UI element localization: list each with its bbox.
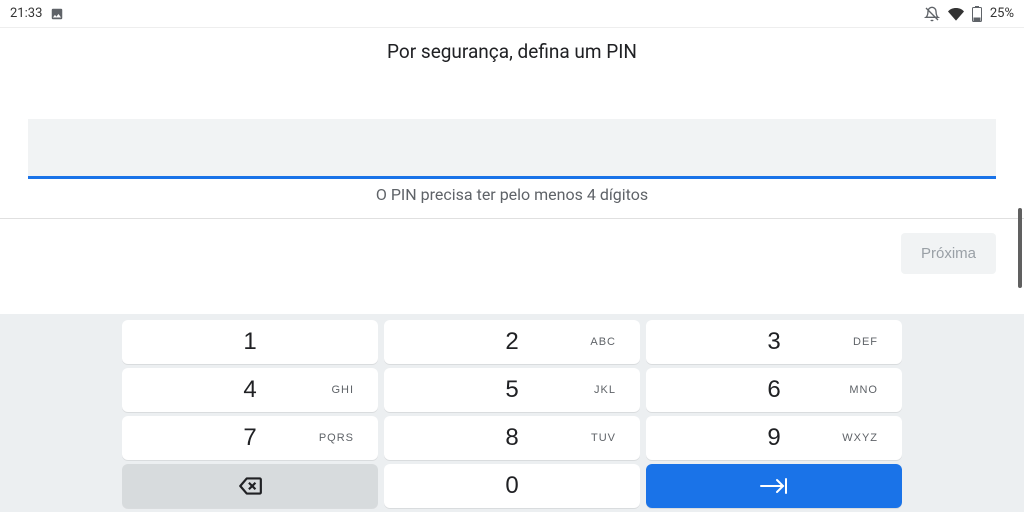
next-button[interactable]: Próxima bbox=[901, 233, 996, 274]
picture-icon bbox=[50, 7, 64, 21]
key-3[interactable]: 3DEF bbox=[646, 320, 902, 364]
numeric-keypad: 1 2ABC 3DEF 4GHI 5JKL 6MNO 7PQRS 8TUV 9W… bbox=[0, 314, 1024, 512]
page-title: Por segurança, defina um PIN bbox=[0, 40, 1024, 63]
status-bar: 21:33 25% bbox=[0, 0, 1024, 28]
status-time: 21:33 bbox=[10, 6, 42, 21]
notifications-off-icon bbox=[924, 6, 940, 22]
key-6[interactable]: 6MNO bbox=[646, 368, 902, 412]
key-0[interactable]: 0 bbox=[384, 464, 640, 508]
key-5[interactable]: 5JKL bbox=[384, 368, 640, 412]
key-backspace[interactable] bbox=[122, 464, 378, 508]
wifi-icon bbox=[948, 6, 964, 22]
battery-percent: 25% bbox=[990, 6, 1014, 21]
enter-icon bbox=[759, 476, 789, 496]
key-8[interactable]: 8TUV bbox=[384, 416, 640, 460]
key-9[interactable]: 9WXYZ bbox=[646, 416, 902, 460]
key-enter[interactable] bbox=[646, 464, 902, 508]
backspace-icon bbox=[237, 473, 263, 499]
battery-icon bbox=[972, 6, 982, 22]
key-4[interactable]: 4GHI bbox=[122, 368, 378, 412]
pin-input[interactable] bbox=[28, 119, 996, 179]
pin-hint: O PIN precisa ter pelo menos 4 dígitos bbox=[28, 185, 996, 204]
key-7[interactable]: 7PQRS bbox=[122, 416, 378, 460]
key-2[interactable]: 2ABC bbox=[384, 320, 640, 364]
key-1[interactable]: 1 bbox=[122, 320, 378, 364]
scroll-indicator[interactable] bbox=[1018, 208, 1022, 288]
